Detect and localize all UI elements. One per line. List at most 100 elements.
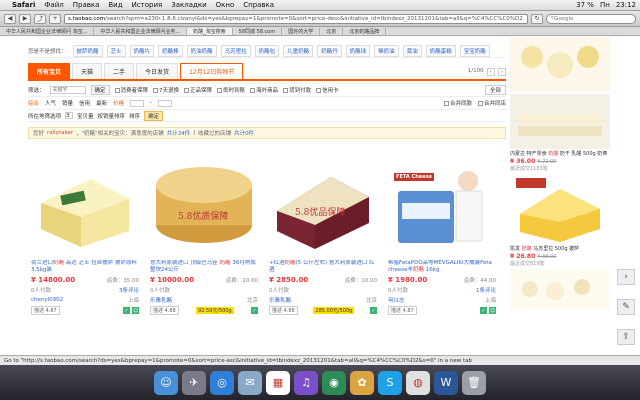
checkbox-authentic[interactable]: 正品保障 [184, 86, 212, 94]
menu-edit[interactable]: Правка [73, 1, 100, 9]
photos-icon[interactable]: ✿ [350, 370, 374, 395]
clock[interactable]: 23:12 [616, 1, 636, 9]
checkbox-merge-same[interactable]: 合并同款 [443, 99, 472, 107]
product-title[interactable]: 希腊FetaPDO高等MEVGALIKI大桶装Feta cheese羊奶酪 16… [388, 260, 496, 274]
category-chip[interactable]: 披萨奶酪 [72, 44, 103, 57]
category-chip[interactable]: 奶油奶酪 [186, 44, 217, 57]
wangwang-icon[interactable]: ☺ [489, 307, 496, 314]
qty-option[interactable]: 宝贝量 [77, 112, 94, 120]
notice-username[interactable]: rallytaker [47, 130, 73, 136]
checkbox-overseas[interactable]: 海外商品 [250, 86, 278, 94]
calendar-icon[interactable]: ▦ [266, 370, 290, 395]
menu-help[interactable]: Справка [243, 1, 274, 9]
product-image[interactable]: FETA Cheese [388, 151, 496, 257]
product-title[interactable]: 荷兰进口奶酪 高达 芝士 拉丝披萨 披萨原料 3.5kg装 [31, 260, 139, 274]
keyword-input[interactable] [49, 86, 86, 94]
reload-icon[interactable]: ↻ [531, 13, 543, 24]
tab-tmall[interactable]: 天猫 [72, 63, 103, 79]
shop-name[interactable]: 乐雅乳酪 [269, 296, 291, 304]
product-title[interactable]: 意大利原装进口 顶级巴马臣 奶酪 36月熟成 整块24公斤 [150, 260, 258, 274]
tab-item[interactable]: 北京奶酪品牌 [343, 27, 387, 35]
product-card[interactable]: 5.8优品保障 +红酒奶酪(5 公斤左右) 意大利原装进口 红酒 ¥ 2850.… [269, 151, 377, 321]
product-title[interactable]: +红酒奶酪(5 公斤左右) 意大利原装进口 红酒 [269, 260, 377, 274]
sort-credit[interactable]: 信用 [79, 99, 90, 107]
product-image[interactable]: 5.8优品保障 [269, 151, 377, 257]
search-field[interactable]: ⌕ Google [546, 13, 636, 24]
back-icon[interactable]: ◀ [4, 13, 16, 24]
sidebar-ad[interactable]: 内蒙古 特产零食 奶酪 奶干 乳酪 500g 奶棒 ¥ 36.00 ¥ 72.0… [510, 37, 610, 172]
launchpad-icon[interactable]: ✈ [182, 370, 206, 395]
checkbox-instant[interactable]: 即时到账 [217, 86, 245, 94]
wangwang-icon[interactable]: ☺ [132, 307, 139, 314]
category-chip[interactable]: 奶酪片 [129, 44, 155, 57]
tab-item[interactable]: 国外的大学 [282, 27, 321, 35]
product-image[interactable] [31, 151, 139, 257]
category-chip[interactable]: 宝宝奶酪 [459, 44, 490, 57]
checkbox-cod[interactable]: 货到付款 [283, 86, 311, 94]
chrome-icon[interactable]: ◍ [406, 370, 430, 395]
address-bar[interactable]: s.taobao.com/search?spm=a230r.1.8.6.clza… [64, 13, 528, 24]
filter-ok-button[interactable]: 确定 [90, 85, 110, 95]
share-icon[interactable]: ⤴ [34, 13, 46, 24]
sort-price[interactable]: 价格 [113, 99, 124, 107]
menu-bookmarks[interactable]: Закладки [171, 1, 206, 9]
menu-app[interactable]: Safari [12, 1, 35, 9]
price-min-input[interactable] [130, 99, 145, 107]
shop-name[interactable]: 乐雅乳酪 [150, 296, 172, 304]
menu-view[interactable]: Вид [108, 1, 122, 9]
category-chip[interactable]: 稀奶油 [374, 44, 399, 57]
tab-all-items[interactable]: 所有宝贝 [28, 63, 71, 79]
tab-item[interactable]: 58同城 58.com [233, 27, 283, 35]
sort-newest[interactable]: 最新 [96, 99, 107, 107]
category-chip[interactable]: 黄油 [402, 44, 422, 57]
sidebar-ad[interactable]: 凯发 奶酪 马苏里拉 500g 披萨 ¥ 26.80 ¥ 38.00 最近成交8… [510, 174, 610, 267]
sort-popularity[interactable]: 人气 [45, 99, 56, 107]
category-chip[interactable]: 奶酪包 [254, 44, 280, 57]
tab-ship-today[interactable]: 今日发货 [136, 63, 179, 79]
word-icon[interactable]: W [434, 370, 458, 395]
menu-file[interactable]: Файл [44, 1, 63, 9]
location-value[interactable]: 3 [65, 112, 74, 119]
category-chip[interactable]: 儿童奶酪 [283, 44, 314, 57]
add-icon[interactable]: + [49, 13, 61, 24]
checkbox-consumer-protection[interactable]: 消费者保障 [114, 86, 148, 94]
checkbox-merge-shop[interactable]: 合并同店 [477, 99, 506, 107]
ad-image[interactable] [510, 269, 610, 309]
shop-name[interactable]: chenyl0902 [31, 297, 63, 303]
category-chip[interactable]: 奶酪蛋糕 [425, 44, 456, 57]
product-image[interactable]: 5.8优质保障 [150, 151, 258, 257]
tab-item[interactable]: 北京 [320, 27, 344, 35]
trash-icon[interactable]: 🗑 [462, 370, 486, 395]
product-reviews[interactable]: 1条评论 [476, 286, 496, 294]
sort-default[interactable]: 综合 [28, 99, 39, 107]
location-ok-button[interactable]: 确定 [144, 110, 164, 121]
battery-status[interactable]: 37 % [576, 1, 594, 9]
tab-item[interactable]: 中华人民共和国企业法律顾问业务... [94, 27, 188, 35]
next-page-icon[interactable]: › [497, 68, 506, 76]
price-max-input[interactable] [158, 99, 173, 107]
product-card[interactable]: FETA Cheese 希腊FetaPDO高等MEVGALIKI大桶装Feta … [388, 151, 496, 321]
tab-item-active[interactable]: 奶酪_淘宝搜索 [187, 27, 233, 35]
checkbox-credit-card[interactable]: 信用卡 [316, 86, 339, 94]
category-chip[interactable]: 奶酪丹 [317, 44, 342, 57]
menu-history[interactable]: История [132, 1, 163, 9]
checkbox-7day-return[interactable]: 7天退换 [153, 86, 179, 94]
prev-page-icon[interactable]: ‹ [486, 68, 495, 76]
scope-select[interactable]: 全部 [484, 85, 506, 95]
finder-icon[interactable]: ☺ [154, 370, 178, 395]
notice-count-link[interactable]: 共计24件 [167, 129, 191, 137]
product-card[interactable]: 5.8优质保障 意大利原装进口 顶级巴马臣 奶酪 36月熟成 整块24公斤 ¥ … [150, 151, 258, 321]
skype-icon[interactable]: S [378, 370, 402, 395]
tab-item[interactable]: 中华人民共和国企业法律顾问 淘宝... [0, 27, 95, 35]
share-side-icon[interactable]: ⇪ [617, 329, 635, 345]
itunes-icon[interactable]: ♫ [294, 370, 318, 395]
category-chip[interactable]: 奶酪棒 [158, 44, 183, 57]
scroll-right-icon[interactable]: › [617, 269, 635, 285]
order-option[interactable]: 排序 [129, 112, 140, 120]
category-chip[interactable]: 马苏里拉 [220, 44, 251, 57]
category-chip[interactable]: 奶酪球 [345, 44, 371, 57]
tab-promo-1212[interactable]: 12月12日购物节 [180, 63, 244, 79]
facetime-icon[interactable]: ◉ [322, 370, 346, 395]
feedback-icon[interactable]: ✎ [617, 299, 635, 315]
category-chip[interactable]: 芝士 [106, 44, 126, 57]
